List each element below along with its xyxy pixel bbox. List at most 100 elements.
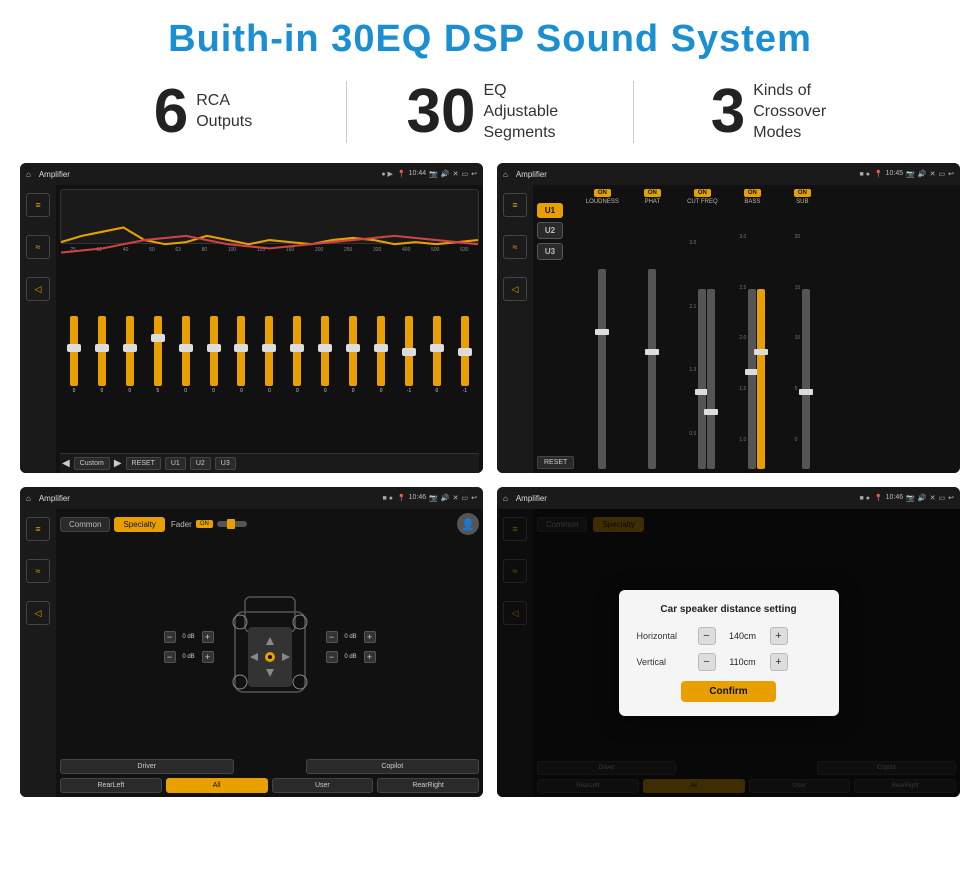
cutfreq-on-badge: ON — [694, 189, 711, 197]
driver-button[interactable]: Driver — [60, 759, 234, 774]
fader-on-badge: ON — [196, 520, 213, 528]
crossover-main: U1 U2 U3 RESET ON LOUDNESS — [533, 185, 960, 473]
bottom-buttons2: RearLeft All User RearRight — [60, 778, 479, 793]
eq-icon3[interactable]: ≡ — [26, 517, 50, 541]
loudness-slider[interactable] — [598, 207, 606, 469]
horizontal-minus-button[interactable]: − — [698, 627, 716, 645]
rearright-button[interactable]: RearRight — [377, 778, 479, 793]
speaker-icon3[interactable]: ◁ — [26, 601, 50, 625]
all-button[interactable]: All — [166, 778, 268, 793]
home-icon[interactable]: ⌂ — [26, 170, 31, 179]
sub-freq-labels: 20151050 — [795, 207, 801, 469]
vol-right: − 0 dB + − 0 dB + — [326, 631, 376, 663]
screen1-topbar: ⌂ Amplifier ● ▶ 📍 10:44 📷 🔊 ✕ ▭ ↩ — [20, 163, 483, 185]
confirm-button[interactable]: Confirm — [681, 681, 775, 702]
home-icon4[interactable]: ⌂ — [503, 494, 508, 503]
wave-icon2[interactable]: ≈ — [503, 235, 527, 259]
vertical-plus-button[interactable]: + — [770, 653, 788, 671]
speaker-main: Common Specialty Fader ON 👤 — [56, 509, 483, 797]
loudness-label: LOUDNESS — [586, 199, 619, 205]
screen2-body: ≡ ≈ ◁ U1 U2 U3 RESET ON LOUDNESS — [497, 185, 960, 473]
u2-button[interactable]: U2 — [537, 222, 563, 239]
dialog-title: Car speaker distance setting — [637, 604, 821, 615]
eq-custom-label: Custom — [74, 457, 110, 470]
home-icon3[interactable]: ⌂ — [26, 494, 31, 503]
vol-lt-minus[interactable]: − — [164, 631, 176, 643]
u3-button[interactable]: U3 — [537, 243, 563, 260]
horizontal-value: 140cm — [722, 631, 764, 641]
crossover-channels: ON LOUDNESS ON PHAT — [580, 189, 956, 469]
copilot-button[interactable]: Copilot — [306, 759, 480, 774]
specialty-tab[interactable]: Specialty — [114, 517, 164, 532]
screen-distance: ⌂ Amplifier ■ ● 📍 10:46 📷 🔊 ✕ ▭ ↩ ≡ ≈ ◁ — [497, 487, 960, 797]
eq-prev-button[interactable]: ◀ — [62, 458, 70, 469]
vertical-minus-button[interactable]: − — [698, 653, 716, 671]
bass-freq-labels: 3.02.52.01.51.0 — [739, 207, 746, 469]
common-tab[interactable]: Common — [60, 517, 110, 532]
vertical-label: Vertical — [637, 657, 692, 667]
screen2-left-icons: ≡ ≈ ◁ — [497, 185, 533, 473]
ch-sub: ON SUB 20151050 — [780, 189, 824, 469]
ch-phat: ON PHAT — [630, 189, 674, 469]
crossover-reset-button[interactable]: RESET — [537, 456, 574, 469]
screen4-topbar: ⌂ Amplifier ■ ● 📍 10:46 📷 🔊 ✕ ▭ ↩ — [497, 487, 960, 509]
speaker-layout: − 0 dB + − 0 dB + — [60, 539, 479, 755]
ch-bass: ON BASS 3.02.52.01.51.0 — [730, 189, 774, 469]
horizontal-plus-button[interactable]: + — [770, 627, 788, 645]
eq-u1-button[interactable]: U1 — [165, 457, 186, 470]
bass-label: BASS — [744, 199, 760, 205]
profile-icon[interactable]: 👤 — [457, 513, 479, 535]
stat-rca-number: 6 — [154, 81, 188, 143]
fader-slider[interactable] — [217, 521, 247, 527]
stat-rca: 6 RCA Outputs — [60, 81, 346, 143]
screen3-body: ≡ ≈ ◁ Common Specialty Fader ON — [20, 509, 483, 797]
page-title: Buith-in 30EQ DSP Sound System — [0, 0, 980, 71]
screen4-title: Amplifier — [516, 494, 547, 503]
eq-u2-button[interactable]: U2 — [190, 457, 211, 470]
screen4-body: ≡ ≈ ◁ Common Specialty Driver Copilot — [497, 509, 960, 797]
screen1-title: Amplifier — [39, 170, 70, 179]
screen3-left-icons: ≡ ≈ ◁ — [20, 509, 56, 797]
screen1-body: ≡ ≈ ◁ 2532405063 80100125160200 25032040… — [20, 185, 483, 473]
eq-graph — [60, 189, 479, 244]
phat-slider[interactable] — [648, 207, 656, 469]
vol-lb-minus[interactable]: − — [164, 651, 176, 663]
screen-eq: ⌂ Amplifier ● ▶ 📍 10:44 📷 🔊 ✕ ▭ ↩ ≡ ≈ ◁ — [20, 163, 483, 473]
eq-icon2[interactable]: ≡ — [503, 193, 527, 217]
eq-icon[interactable]: ≡ — [26, 193, 50, 217]
eq-reset-button[interactable]: RESET — [126, 457, 161, 470]
vol-lt-value: 0 dB — [178, 634, 200, 640]
stat-rca-label: RCA Outputs — [196, 91, 252, 133]
stat-eq-number: 30 — [407, 81, 476, 143]
phat-label: PHAT — [645, 199, 661, 205]
speaker-icon[interactable]: ◁ — [26, 277, 50, 301]
wave-icon[interactable]: ≈ — [26, 235, 50, 259]
u-buttons: U1 U2 U3 RESET — [537, 189, 574, 469]
eq-next-button[interactable]: ▶ — [114, 458, 122, 469]
screen1-left-icons: ≡ ≈ ◁ — [20, 185, 56, 473]
wave-icon3[interactable]: ≈ — [26, 559, 50, 583]
loudness-on-badge: ON — [594, 189, 611, 197]
stat-eq-label: EQ Adjustable Segments — [483, 81, 573, 143]
vol-lb-plus[interactable]: + — [202, 651, 214, 663]
distance-dialog: Car speaker distance setting Horizontal … — [619, 590, 839, 716]
ch-loudness: ON LOUDNESS — [580, 189, 624, 469]
vol-rt-plus[interactable]: + — [364, 631, 376, 643]
screen2-topbar: ⌂ Amplifier ■ ● 📍 10:45 📷 🔊 ✕ ▭ ↩ — [497, 163, 960, 185]
vol-rb-plus[interactable]: + — [364, 651, 376, 663]
speaker-icon2[interactable]: ◁ — [503, 277, 527, 301]
vol-rb-minus[interactable]: − — [326, 651, 338, 663]
home-icon2[interactable]: ⌂ — [503, 170, 508, 179]
user-button[interactable]: User — [272, 778, 374, 793]
vol-lb-value: 0 dB — [178, 654, 200, 660]
cutfreq-freq-labels: 3.02.11.30.5 — [689, 207, 696, 469]
rearleft-button[interactable]: RearLeft — [60, 778, 162, 793]
vol-lt-plus[interactable]: + — [202, 631, 214, 643]
vertical-row: Vertical − 110cm + — [637, 653, 821, 671]
u1-button[interactable]: U1 — [537, 203, 563, 218]
screen-speaker: ⌂ Amplifier ■ ● 📍 10:46 📷 🔊 ✕ ▭ ↩ ≡ ≈ ◁ — [20, 487, 483, 797]
vol-rt-minus[interactable]: − — [326, 631, 338, 643]
eq-u3-button[interactable]: U3 — [215, 457, 236, 470]
screen3-status-icons: 📍 10:46 📷 🔊 ✕ ▭ ↩ — [397, 494, 477, 502]
sub-on-badge: ON — [794, 189, 811, 197]
